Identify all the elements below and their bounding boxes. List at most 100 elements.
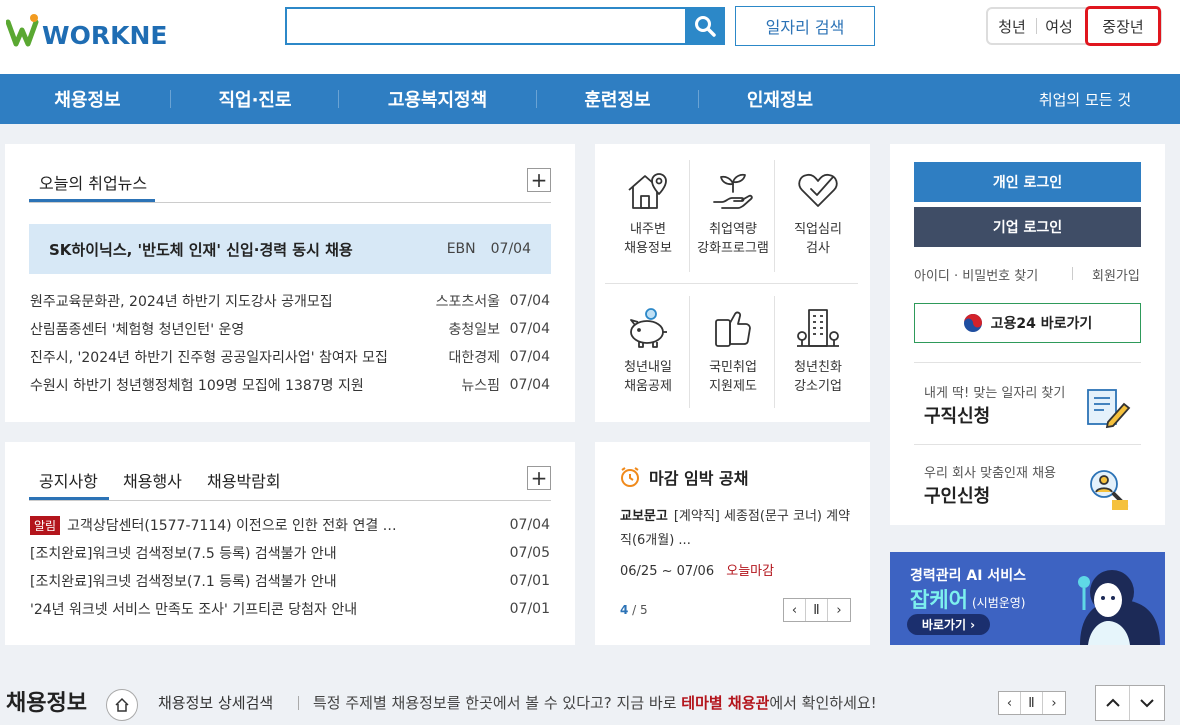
banner-line2: 잡케어 (시범운영) xyxy=(910,584,1026,614)
service-label: 국민취업 xyxy=(709,360,757,375)
search-button[interactable] xyxy=(685,7,725,45)
news-title: 수원시 하반기 청년행정체험 109명 모집에 1387명 지원 xyxy=(30,378,364,394)
nav-welfare-policy[interactable]: 고용복지정책 xyxy=(360,74,515,124)
deadline-pager: ‹ Ⅱ › xyxy=(783,598,851,622)
personal-login-button[interactable]: 개인 로그인 xyxy=(914,162,1141,202)
goyong24-label: 고용24 바로가기 xyxy=(990,316,1093,332)
service-label: 내주변 xyxy=(630,222,666,237)
message-text: 에서 확인하세요! xyxy=(769,694,877,712)
tab-recruit-events[interactable]: 채용행사 xyxy=(123,468,182,492)
scroll-up-button[interactable] xyxy=(1096,686,1131,720)
nav-divider xyxy=(338,90,339,108)
goyong24-button[interactable]: 고용24 바로가기 xyxy=(914,303,1141,343)
find-id-password-link[interactable]: 아이디 · 비밀번호 찾기 xyxy=(914,265,1038,284)
phone-thumbs-up-icon xyxy=(715,311,751,347)
deadline-job[interactable]: 교보문고 [계약직] 세종점(문구 코너) 계약직(6개월) ... xyxy=(620,505,852,553)
notice-title: '24년 워크넷 서비스 만족도 조사' 기프티콘 당첨자 안내 xyxy=(30,602,358,618)
news-title: 원주교육문화관, 2024년 하반기 지도강사 공개모집 xyxy=(30,294,333,310)
notice-item[interactable]: [조치완료]워크넷 검색정보(7.1 등록) 검색불가 안내 07/01 xyxy=(30,567,550,595)
service-label: 강화프로그램 xyxy=(697,241,769,256)
chevron-up-icon xyxy=(1105,698,1120,707)
nav-divider xyxy=(698,90,699,108)
notice-title: [조치완료]워크넷 검색정보(7.1 등록) 검색불가 안내 xyxy=(30,574,337,590)
search-icon xyxy=(695,16,716,37)
tab-women[interactable]: 여성 xyxy=(1037,9,1081,43)
service-national-employment[interactable]: 국민취업 지원제도 xyxy=(691,296,775,406)
scroll-down-button[interactable] xyxy=(1130,686,1164,720)
bottom-pager: ‹ Ⅱ › xyxy=(998,691,1066,715)
group-tabs: 청년 여성 중장년 xyxy=(986,6,1162,46)
tab-notices[interactable]: 공지사항 xyxy=(29,466,109,500)
nav-all-about-jobs[interactable]: 취업의 모든 것 xyxy=(1020,74,1150,124)
next-icon[interactable]: › xyxy=(1043,692,1065,714)
news-item[interactable]: 수원시 하반기 청년행정체험 109명 모집에 1387명 지원 뉴스핌 07/04 xyxy=(30,371,550,399)
more-news-button[interactable]: + xyxy=(527,168,551,192)
join-link[interactable]: 회원가입 xyxy=(1092,265,1140,284)
service-youth-savings[interactable]: 청년내일 채움공제 xyxy=(606,296,690,406)
tab-job-fairs[interactable]: 채용박람회 xyxy=(207,468,281,492)
character-illustration xyxy=(1078,570,1160,645)
next-icon[interactable]: › xyxy=(828,599,850,621)
promo-sub: 우리 회사 맞춤인재 채용 xyxy=(924,466,1056,481)
deadline-status: 오늘마감 xyxy=(726,564,775,579)
more-notices-button[interactable]: + xyxy=(527,466,551,490)
deadline-title: 마감 임박 공채 xyxy=(649,469,749,488)
theme-hall-link[interactable]: 테마별 채용관 xyxy=(681,694,769,712)
service-label: 취업역량 xyxy=(709,222,757,237)
pause-icon[interactable]: Ⅱ xyxy=(806,599,828,621)
service-youth-friendly-company[interactable]: 청년친화 강소기업 xyxy=(776,296,860,406)
tab-today-news[interactable]: 오늘의 취업뉴스 xyxy=(29,168,155,202)
nav-talent[interactable]: 인재정보 xyxy=(720,74,840,124)
divider xyxy=(29,202,551,203)
service-job-skills[interactable]: 취업역량 강화프로그램 xyxy=(691,158,775,268)
news-title: 진주시, '2024년 하반기 진주형 공공일자리사업' 참여자 모집 xyxy=(30,350,388,366)
news-title: 산림품종센터 '체험형 청년인턴' 운영 xyxy=(30,322,245,338)
service-nearby-jobs[interactable]: 내주변 채용정보 xyxy=(606,158,690,268)
service-label: 직업심리 xyxy=(794,222,842,237)
deadline-period-row: 06/25 ~ 07/06 오늘마감 xyxy=(620,560,774,579)
detail-search-link[interactable]: 채용정보 상세검색 xyxy=(158,692,273,713)
promo-title: 구직신청 xyxy=(924,406,991,427)
prev-icon[interactable]: ‹ xyxy=(999,692,1021,714)
banner-sub: (시범운영) xyxy=(971,596,1026,610)
svg-text:WORKNET: WORKNET xyxy=(42,21,166,50)
job-seek-promo[interactable]: 내게 딱! 맞는 일자리 찾기 구직신청 xyxy=(914,372,1141,438)
pause-icon[interactable]: Ⅱ xyxy=(1021,692,1043,714)
notice-title: [조치완료]워크넷 검색정보(7.5 등록) 검색불가 안내 xyxy=(30,546,337,562)
notice-item[interactable]: [조치완료]워크넷 검색정보(7.5 등록) 검색불가 안내 07/05 xyxy=(30,539,550,567)
notice-item[interactable]: 알림 고객상담센터(1577-7114) 이전으로 인한 전화 연결 … 07/04 xyxy=(30,511,550,539)
nav-career[interactable]: 직업·진로 xyxy=(195,74,315,124)
news-source: 충청일보 xyxy=(448,322,500,338)
notice-item[interactable]: '24년 워크넷 서비스 만족도 조사' 기프티콘 당첨자 안내 07/01 xyxy=(30,595,550,623)
nav-recruit-info[interactable]: 채용정보 xyxy=(30,74,145,124)
worknet-logo[interactable]: WORKNET xyxy=(5,12,185,50)
service-psych-test[interactable]: 직업심리 검사 xyxy=(776,158,860,268)
tab-youth[interactable]: 청년 xyxy=(988,9,1036,43)
header: WORKNET 일자리 검색 청년 여성 중장년 xyxy=(0,0,1180,74)
service-label: 강소기업 xyxy=(794,379,842,394)
jobcare-banner[interactable]: 경력관리 AI 서비스 잡케어 (시범운영) 바로가기 › xyxy=(890,552,1165,645)
notice-date: 07/01 xyxy=(509,601,550,617)
service-label: 검사 xyxy=(806,241,830,256)
home-button[interactable] xyxy=(106,689,138,721)
search-input[interactable] xyxy=(285,7,725,45)
featured-news[interactable]: SK하이닉스, '반도체 인재' 신입·경력 동시 채용 EBN 07/04 xyxy=(29,224,551,274)
company-login-button[interactable]: 기업 로그인 xyxy=(914,207,1141,247)
alert-badge: 알림 xyxy=(30,515,61,535)
service-label: 지원제도 xyxy=(709,379,757,394)
service-label: 채용정보 xyxy=(624,241,672,256)
hire-promo[interactable]: 우리 회사 맞춤인재 채용 구인신청 xyxy=(914,452,1141,518)
tab-middle-aged[interactable]: 중장년 xyxy=(1085,6,1161,46)
job-search-button[interactable]: 일자리 검색 xyxy=(735,6,875,46)
nav-training[interactable]: 훈련정보 xyxy=(555,74,680,124)
news-date: 07/04 xyxy=(509,349,550,365)
news-item[interactable]: 산림품종센터 '체험형 청년인턴' 운영 충청일보 07/04 xyxy=(30,315,550,343)
section-title: 채용정보 xyxy=(6,691,87,716)
news-item[interactable]: 진주시, '2024년 하반기 진주형 공공일자리사업' 참여자 모집 대한경제 0… xyxy=(30,343,550,371)
divider xyxy=(914,444,1141,445)
message-text: 특정 주제별 채용정보를 한곳에서 볼 수 있다고? 지금 바로 xyxy=(313,694,682,712)
heart-check-icon xyxy=(798,173,838,207)
news-item[interactable]: 원주교육문화관, 2024년 하반기 지도강사 공개모집 스포츠서울 07/04 xyxy=(30,287,550,315)
banner-go-button[interactable]: 바로가기 › xyxy=(907,614,990,635)
prev-icon[interactable]: ‹ xyxy=(784,599,806,621)
